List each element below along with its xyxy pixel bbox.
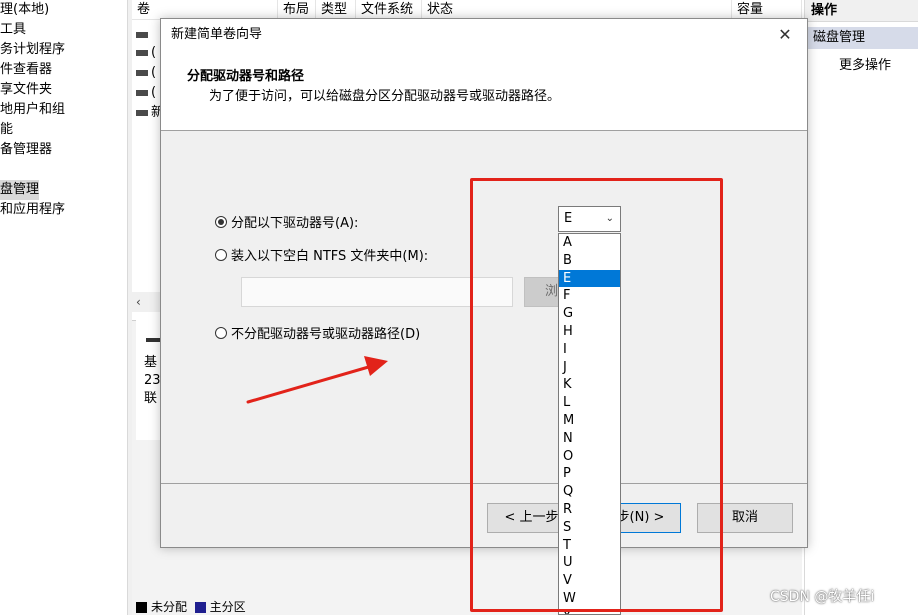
radio-checked-icon[interactable] xyxy=(215,216,227,228)
disk-icon xyxy=(136,69,148,76)
drive-letter-value: E xyxy=(564,211,573,226)
drive-letter-option[interactable]: Q xyxy=(559,483,620,501)
drive-letter-option[interactable]: K xyxy=(559,376,620,394)
drive-letter-option[interactable]: U xyxy=(559,554,620,572)
dialog-titlebar[interactable]: 新建简单卷向导 ✕ xyxy=(161,19,807,51)
drive-letter-list[interactable]: ABEFGHIJKLMNOPQRSTUVWY xyxy=(558,233,621,615)
drive-letter-option[interactable]: J xyxy=(559,359,620,377)
chevron-down-icon[interactable]: ⌄ xyxy=(606,207,614,231)
legend-swatch-unallocated xyxy=(136,602,147,613)
drive-letter-option[interactable]: F xyxy=(559,287,620,305)
radio-assign-letter[interactable]: 分配以下驱动器号(A): xyxy=(215,214,358,234)
disk-icon xyxy=(136,31,148,38)
disk-icon xyxy=(136,109,148,116)
drive-letter-option[interactable]: G xyxy=(559,305,620,323)
new-simple-volume-wizard: 新建简单卷向导 ✕ 分配驱动器号和路径 为了便于访问，可以给磁盘分区分配驱动器号… xyxy=(160,18,808,548)
radio-no-assign[interactable]: 不分配驱动器号或驱动器路径(D) xyxy=(215,325,420,345)
volume-name: ( xyxy=(151,65,157,80)
volume-row[interactable]: ( xyxy=(136,44,156,62)
radio-unchecked-icon[interactable] xyxy=(215,327,227,339)
drive-letter-option[interactable]: P xyxy=(559,465,620,483)
radio-mount-folder[interactable]: 装入以下空白 NTFS 文件夹中(M): xyxy=(215,247,428,267)
wizard-header: 分配驱动器号和路径 为了便于访问，可以给磁盘分区分配驱动器号或驱动器路径。 xyxy=(161,51,807,131)
actions-title: 操作 xyxy=(805,0,918,22)
drive-letter-option[interactable]: H xyxy=(559,323,620,341)
drive-letter-option[interactable]: S xyxy=(559,519,620,537)
radio-label: 装入以下空白 NTFS 文件夹中(M): xyxy=(231,249,429,264)
actions-pane: 操作 磁盘管理 更多操作 xyxy=(804,0,918,615)
column-filesystem[interactable]: 文件系统 xyxy=(356,0,422,20)
drive-letter-option[interactable]: A xyxy=(559,234,620,252)
dialog-title: 新建简单卷向导 xyxy=(171,27,263,42)
volume-row[interactable]: ( xyxy=(136,64,156,82)
ntfs-folder-path-input[interactable] xyxy=(241,277,513,307)
drive-letter-option[interactable]: B xyxy=(559,252,620,270)
wizard-heading: 分配驱动器号和路径 xyxy=(187,69,305,84)
column-status[interactable]: 状态 xyxy=(422,0,732,20)
radio-unchecked-icon[interactable] xyxy=(215,249,227,261)
scroll-left-icon[interactable]: ‹ xyxy=(136,292,141,312)
legend-label: 未分配 xyxy=(151,600,188,614)
volume-row[interactable]: ( xyxy=(136,84,156,102)
tree-item-device-manager[interactable]: 备管理器 xyxy=(0,140,52,160)
column-layout[interactable]: 布局 xyxy=(278,0,316,20)
drive-letter-option[interactable]: I xyxy=(559,341,620,359)
volume-name: ( xyxy=(151,85,157,100)
drive-letter-option[interactable]: W xyxy=(559,590,620,608)
navigation-tree: 理(本地) 工具 务计划程序 件查看器 享文件夹 地用户和组 能 备管理器 盘管… xyxy=(0,0,128,615)
drive-letter-option[interactable]: Y xyxy=(559,608,620,614)
cancel-button[interactable]: 取消 xyxy=(697,503,793,533)
drive-letter-option[interactable]: M xyxy=(559,412,620,430)
tree-item-task-scheduler[interactable]: 务计划程序 xyxy=(0,40,65,60)
action-disk-management[interactable]: 磁盘管理 xyxy=(805,27,918,49)
drive-letter-option[interactable]: E xyxy=(559,269,620,288)
volume-name: ( xyxy=(151,45,157,60)
drive-letter-option[interactable]: L xyxy=(559,394,620,412)
tree-item-performance[interactable]: 能 xyxy=(0,120,13,140)
legend-label: 主分区 xyxy=(209,600,246,614)
tree-item-computer-management[interactable]: 理(本地) xyxy=(0,0,49,20)
partition-legend: 未分配 主分区 xyxy=(136,600,246,615)
radio-label: 不分配驱动器号或驱动器路径(D) xyxy=(231,327,421,342)
footer-divider xyxy=(161,483,807,484)
tree-item-shared-folders[interactable]: 享文件夹 xyxy=(0,80,52,100)
radio-label: 分配以下驱动器号(A): xyxy=(231,216,359,231)
disk-label: 基 xyxy=(144,355,158,370)
volume-list-header: 卷 布局 类型 文件系统 状态 容量 xyxy=(132,0,802,20)
wizard-subheading: 为了便于访问，可以给磁盘分区分配驱动器号或驱动器路径。 xyxy=(209,89,561,104)
column-type[interactable]: 类型 xyxy=(316,0,356,20)
drive-letter-option[interactable]: V xyxy=(559,572,620,590)
drive-letter-select[interactable]: E ⌄ xyxy=(558,206,621,232)
tree-item-disk-management[interactable]: 盘管理 xyxy=(0,180,40,200)
disk-status: 联 xyxy=(144,391,158,406)
disk-icon xyxy=(136,89,148,96)
watermark-text: CSDN @牧羊任i xyxy=(770,589,875,605)
tree-item-system-tools[interactable]: 工具 xyxy=(0,20,26,40)
tree-item-event-viewer[interactable]: 件查看器 xyxy=(0,60,52,80)
disk-icon xyxy=(136,49,148,56)
tree-item-local-users[interactable]: 地用户和组 xyxy=(0,100,65,120)
drive-letter-option[interactable]: R xyxy=(559,501,620,519)
column-capacity[interactable]: 容量 xyxy=(732,0,802,20)
drive-letter-option[interactable]: N xyxy=(559,430,620,448)
column-volume[interactable]: 卷 xyxy=(132,0,278,20)
action-more-actions[interactable]: 更多操作 xyxy=(839,55,891,77)
volume-row[interactable] xyxy=(136,26,151,44)
disk-size: 23 xyxy=(144,373,161,388)
drive-letter-option[interactable]: T xyxy=(559,537,620,555)
legend-swatch-primary xyxy=(194,602,206,613)
drive-letter-option[interactable]: O xyxy=(559,448,620,466)
close-icon[interactable]: ✕ xyxy=(773,23,797,47)
tree-item-services-apps[interactable]: 和应用程序 xyxy=(0,200,65,220)
